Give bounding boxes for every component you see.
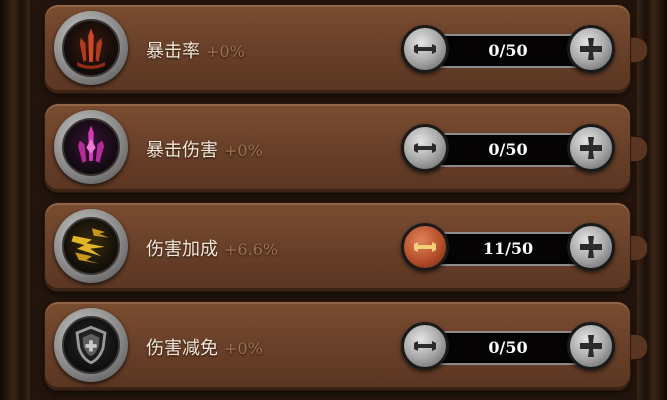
increment-button[interactable] (567, 223, 615, 271)
stat-bonus: +0% (224, 339, 263, 358)
stat-label-damage-reduction: 伤害减免 +0% (146, 338, 263, 359)
stat-row-damage-reduction: 伤害减免 +0% 0/50 (44, 301, 648, 391)
stat-row-damage-bonus: 伤害加成 +6.6% 11/50 (44, 202, 648, 292)
crit-damage-sword-icon (54, 110, 128, 184)
plus-icon (580, 137, 602, 159)
minus-icon (414, 143, 436, 153)
stat-counter: 11/50 (401, 223, 615, 271)
stat-counter: 0/50 (401, 322, 615, 370)
increment-button[interactable] (567, 25, 615, 73)
damage-bonus-lightning-icon (54, 209, 128, 283)
stat-label-crit-damage: 暴击伤害 +0% (146, 140, 263, 161)
decrement-button[interactable] (401, 25, 449, 73)
minus-icon (414, 242, 436, 252)
stat-row-crit-rate: 暴击率 +0% 0/50 (44, 4, 648, 94)
minus-icon (414, 341, 436, 351)
increment-button[interactable] (567, 124, 615, 172)
minus-icon (414, 44, 436, 54)
stat-counter: 0/50 (401, 25, 615, 73)
frame-left-border (0, 0, 30, 400)
stat-counter: 0/50 (401, 124, 615, 172)
stat-label-crit-rate: 暴击率 +0% (146, 41, 245, 62)
stat-bonus: +0% (224, 141, 263, 160)
damage-reduction-shield-icon (54, 308, 128, 382)
decrement-button[interactable] (401, 322, 449, 370)
plus-icon (580, 335, 602, 357)
stat-row-crit-damage: 暴击伤害 +0% 0/50 (44, 103, 648, 193)
plus-icon (580, 236, 602, 258)
crit-rate-sword-icon (54, 11, 128, 85)
stat-bonus: +6.6% (224, 240, 279, 259)
stat-label-damage-bonus: 伤害加成 +6.6% (146, 239, 279, 260)
stat-bonus: +0% (206, 42, 245, 61)
decrement-button[interactable] (401, 124, 449, 172)
increment-button[interactable] (567, 322, 615, 370)
plus-icon (580, 38, 602, 60)
decrement-button[interactable] (401, 223, 449, 271)
